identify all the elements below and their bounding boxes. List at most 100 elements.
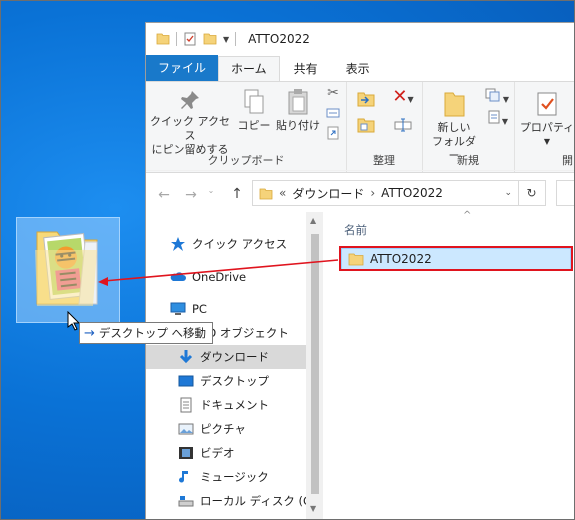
- paste-shortcut-button[interactable]: [324, 126, 342, 144]
- tab-home[interactable]: ホーム: [218, 56, 280, 81]
- tab-file[interactable]: ファイル: [146, 55, 219, 81]
- address-bar[interactable]: « ダウンロード › ATTO2022 ⌄: [252, 180, 519, 206]
- copy-button[interactable]: コピー: [234, 88, 274, 133]
- nav-label: 3D オブジェクト: [200, 326, 289, 340]
- copy-to-button[interactable]: [354, 116, 378, 138]
- easy-access-button[interactable]: ▼: [484, 110, 510, 129]
- ribbon-bottom-edge: [146, 170, 575, 171]
- sort-ascending-icon: ^: [463, 210, 472, 221]
- copy-path-button[interactable]: [324, 108, 342, 122]
- folder-with-picture-icon: [35, 231, 98, 306]
- tab-share[interactable]: 共有: [280, 57, 332, 81]
- organize-group-label: 整理: [373, 154, 395, 167]
- new-item-icon: [485, 88, 500, 102]
- nav-scrollbar[interactable]: ▲ ▼: [306, 212, 323, 520]
- cut-button[interactable]: ✂: [324, 86, 342, 101]
- properties-button[interactable]: プロパティ ▼: [518, 90, 575, 149]
- nav-label: ダウンロード: [200, 350, 269, 364]
- refresh-button[interactable]: ↻: [518, 180, 546, 206]
- move-to-icon: [357, 92, 375, 107]
- properties-check-icon[interactable]: [183, 32, 197, 46]
- new-group-label: 新規: [457, 154, 479, 167]
- ribbon-tabs: ファイル ホーム 共有 表示: [146, 55, 575, 82]
- clipboard-group: クイック アクセス にピン留めする コピー 貼り付け ✂ クリップボード: [146, 82, 347, 172]
- ribbon: クイック アクセス にピン留めする コピー 貼り付け ✂ クリップボード ✕▼ …: [146, 82, 575, 173]
- breadcrumb-separator[interactable]: ›: [370, 186, 375, 200]
- drag-tooltip: → デスクトップ へ移動: [79, 322, 214, 344]
- copy-path-icon: [326, 108, 340, 118]
- nav-label: ピクチャ: [200, 422, 246, 436]
- title-bar: ▼ ATTO2022: [146, 23, 575, 55]
- move-arrow-icon: →: [84, 325, 95, 341]
- nav-label: ビデオ: [200, 446, 235, 460]
- cloud-icon: [170, 272, 186, 281]
- desktop-folder-icon[interactable]: [16, 217, 120, 323]
- rename-icon: [394, 118, 412, 132]
- nav-label: PC: [192, 302, 207, 316]
- recent-dropdown-icon[interactable]: ⌄: [200, 186, 222, 195]
- properties-label: プロパティ: [519, 121, 575, 134]
- paste-shortcut-icon: [327, 126, 339, 140]
- new-group: 新しい フォルダー ▼ ▼ 新規: [422, 82, 515, 172]
- paste-icon: [288, 89, 308, 115]
- pin-label-line1: クイック アクセス: [150, 115, 230, 142]
- address-overflow[interactable]: «: [279, 186, 286, 200]
- easy-access-icon: [488, 110, 500, 124]
- nav-label: ドキュメント: [200, 398, 269, 412]
- nav-label: ミュージック: [200, 470, 269, 484]
- folder-icon: [259, 188, 273, 199]
- navigation-pane: クイック アクセス OneDrive PC 3D オブジェクト ダウンロード デ…: [146, 210, 324, 520]
- nav-item-downloads[interactable]: ダウンロード: [146, 345, 306, 369]
- forward-button[interactable]: →: [180, 187, 202, 203]
- breadcrumb-downloads[interactable]: ダウンロード: [292, 185, 364, 202]
- clipboard-group-label: クリップボード: [207, 154, 285, 167]
- folder-icon: [156, 33, 170, 45]
- up-button[interactable]: ↑: [226, 186, 248, 202]
- tab-view[interactable]: 表示: [332, 57, 384, 81]
- quick-access-dropdown-icon[interactable]: ▼: [223, 35, 229, 44]
- nav-label: ローカル ディスク (C:): [200, 494, 320, 508]
- new-folder-label-line1: 新しい: [437, 121, 471, 134]
- chevron-down-icon: ▼: [543, 137, 551, 146]
- open-group: プロパティ ▼ 開く: [514, 82, 575, 172]
- copy-icon: [244, 89, 264, 114]
- search-input[interactable]: [556, 180, 575, 206]
- window-title: ATTO2022: [248, 32, 310, 46]
- picture-icon: [178, 423, 194, 435]
- rename-button[interactable]: [392, 118, 414, 136]
- new-folder-icon[interactable]: [203, 32, 217, 46]
- download-icon: [179, 350, 193, 364]
- separator: [176, 32, 177, 46]
- video-icon: [179, 447, 193, 459]
- breadcrumb-current[interactable]: ATTO2022: [381, 186, 443, 200]
- nav-label: OneDrive: [192, 270, 247, 284]
- properties-icon: [537, 92, 557, 116]
- tooltip-text: デスクトップ へ移動: [98, 326, 207, 340]
- highlight-box: [339, 246, 573, 271]
- scroll-up-icon[interactable]: ▲: [310, 216, 316, 225]
- scissors-icon: ✂: [327, 85, 339, 101]
- desktop-icon: [178, 375, 194, 387]
- separator: [235, 32, 237, 46]
- address-dropdown-icon[interactable]: ⌄: [504, 188, 512, 198]
- column-header-name[interactable]: 名前: [344, 222, 367, 238]
- nav-label: クイック アクセス: [192, 237, 288, 251]
- paste-button[interactable]: 貼り付け: [276, 88, 320, 133]
- copy-label: コピー: [237, 119, 271, 132]
- pin-quick-access-button[interactable]: クイック アクセス にピン留めする: [150, 88, 230, 157]
- star-icon: [171, 237, 185, 251]
- scroll-down-icon[interactable]: ▼: [310, 504, 316, 513]
- organize-group: ✕▼ 整理: [346, 82, 423, 172]
- move-to-button[interactable]: [354, 90, 378, 112]
- delete-button[interactable]: ✕▼: [390, 88, 416, 107]
- document-icon: [180, 397, 192, 413]
- open-group-label: 開く: [562, 154, 575, 167]
- delete-x-icon: ✕: [392, 86, 408, 107]
- pin-icon: [181, 91, 199, 109]
- paste-label: 貼り付け: [276, 119, 320, 132]
- pc-icon: [170, 302, 186, 315]
- scrollbar-thumb[interactable]: [311, 234, 319, 494]
- music-icon: [179, 471, 188, 483]
- new-item-button[interactable]: ▼: [484, 88, 510, 107]
- back-button[interactable]: ←: [153, 187, 175, 203]
